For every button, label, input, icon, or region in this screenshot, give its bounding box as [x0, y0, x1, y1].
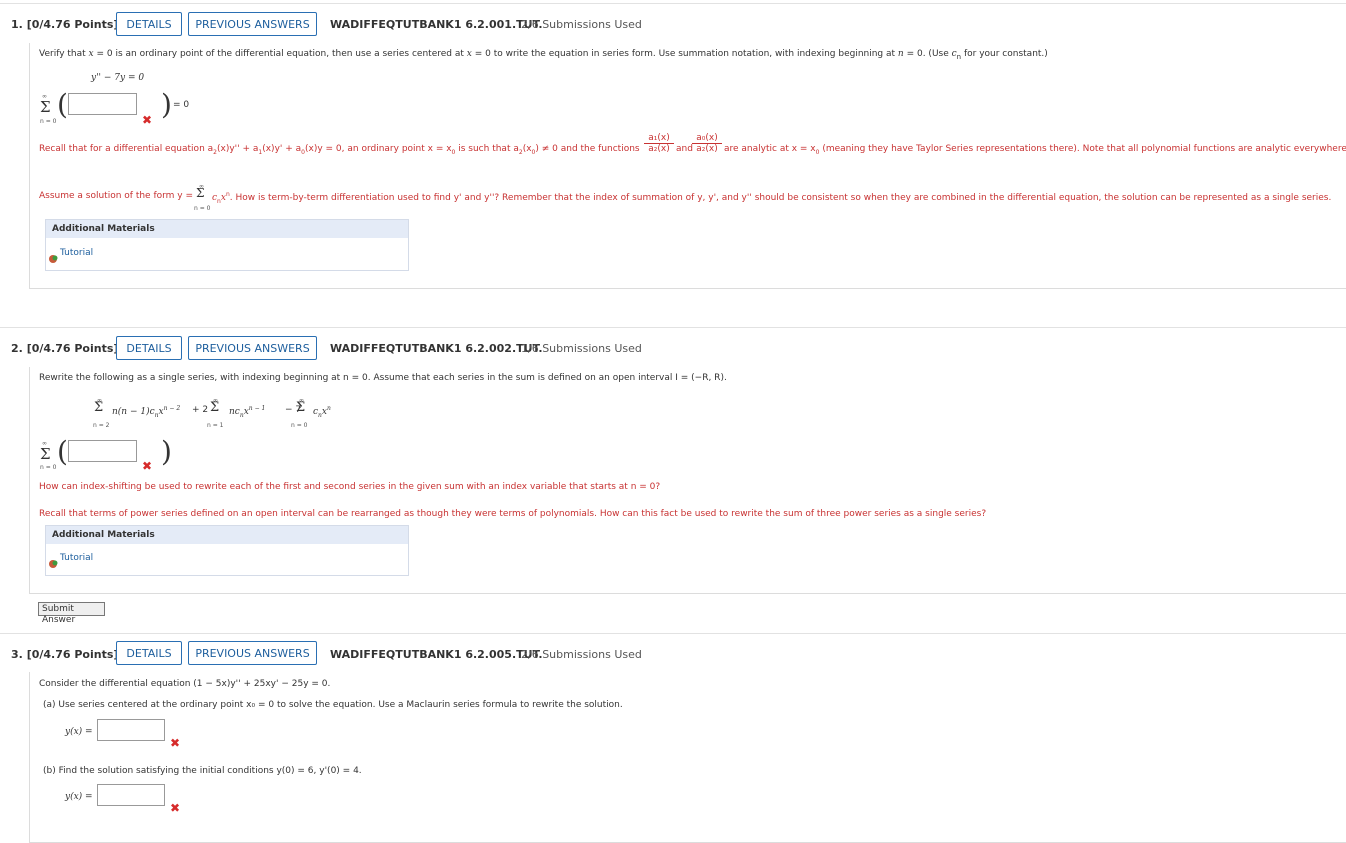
question-code: WADIFFEQTUTBANK1 6.2.005.TUT.	[330, 648, 543, 661]
left-paren: (	[57, 435, 68, 468]
previous-answers-button[interactable]: PREVIOUS ANSWERS	[188, 641, 317, 665]
series-term-3: cnxn	[313, 405, 331, 419]
details-button[interactable]: DETAILS	[116, 336, 182, 360]
submissions-used: 2/6 Submissions Used	[521, 18, 642, 31]
question-1-header: 1. [0/4.76 Points] DETAILS PREVIOUS ANSW…	[0, 3, 1346, 44]
sigma-lower: n = 2	[93, 422, 110, 429]
sigma-lower: n = 0	[40, 464, 57, 471]
incorrect-icon: ✖	[170, 801, 181, 815]
question-3-prompt: Consider the differential equation (1 − …	[39, 679, 331, 689]
incorrect-icon: ✖	[170, 736, 181, 750]
yx-label: y(x) =	[65, 792, 93, 802]
additional-materials-panel: Additional Materials Tutorial	[45, 219, 409, 271]
series-answer-input[interactable]	[68, 440, 137, 462]
hint-term-differentiation: cnxn. How is term-by-term differentiatio…	[212, 191, 1332, 205]
sigma-icon: Σ	[40, 98, 51, 116]
question-1-prompt: Verify that x = 0 is an ordinary point o…	[39, 49, 1048, 61]
question-code: WADIFFEQTUTBANK1 6.2.002.TUT.	[330, 342, 543, 355]
plus-two: + 2	[192, 405, 209, 415]
previous-answers-button[interactable]: PREVIOUS ANSWERS	[188, 336, 317, 360]
hint-rearrange: Recall that terms of power series define…	[39, 509, 987, 519]
sigma-icon: Σ	[210, 400, 220, 415]
differential-equation: y'' − 7y = 0	[91, 73, 145, 83]
additional-materials-header: Additional Materials	[46, 220, 408, 238]
submissions-used: 2/6 Submissions Used	[521, 648, 642, 661]
submit-answer-button[interactable]: Submit Answer	[38, 602, 105, 625]
hint-and: and	[676, 144, 693, 154]
details-button[interactable]: DETAILS	[116, 12, 182, 36]
question-code: WADIFFEQTUTBANK1 6.2.001.TUT.	[330, 18, 543, 31]
tutorial-icon	[48, 249, 58, 263]
question-2-points: 2. [0/4.76 Points]	[11, 342, 119, 355]
sigma-icon: Σ	[40, 445, 51, 463]
part-b-answer-input[interactable]	[97, 784, 165, 806]
question-2-prompt: Rewrite the following as a single series…	[39, 373, 727, 383]
yx-label: y(x) =	[65, 727, 93, 737]
details-button[interactable]: DETAILS	[116, 641, 182, 665]
hint-analytic: are analytic at x = x0 (meaning they hav…	[724, 144, 1346, 156]
question-3-header: 3. [0/4.76 Points] DETAILS PREVIOUS ANSW…	[0, 633, 1346, 674]
hint-index-shifting: How can index-shifting be used to rewrit…	[39, 482, 661, 492]
question-1-points: 1. [0/4.76 Points]	[11, 18, 119, 31]
right-paren: )	[161, 88, 172, 121]
additional-materials-panel: Additional Materials Tutorial	[45, 525, 409, 576]
part-a-answer-input[interactable]	[97, 719, 165, 741]
left-paren: (	[57, 88, 68, 121]
tutorial-link[interactable]: Tutorial	[60, 553, 93, 563]
question-3-body	[29, 672, 1346, 843]
fraction-a0-a2: a₀(x) a₂(x)	[692, 133, 722, 154]
hint-ordinary-point: Recall that for a differential equation …	[39, 144, 640, 156]
additional-materials-header: Additional Materials	[46, 526, 408, 544]
incorrect-icon: ✖	[142, 113, 153, 127]
right-paren: )	[161, 435, 172, 468]
series-answer-input[interactable]	[68, 93, 137, 115]
sigma-lower: n = 1	[207, 422, 224, 429]
series-term-1: n(n − 1)cnxn − 2	[112, 405, 181, 419]
previous-answers-button[interactable]: PREVIOUS ANSWERS	[188, 12, 317, 36]
sigma-icon: Σ	[196, 186, 205, 200]
incorrect-icon: ✖	[142, 459, 153, 473]
question-2-header: 2. [0/4.76 Points] DETAILS PREVIOUS ANSW…	[0, 327, 1346, 368]
sigma-lower: n = 0	[291, 422, 308, 429]
submissions-used: 1/6 Submissions Used	[521, 342, 642, 355]
tutorial-link[interactable]: Tutorial	[60, 248, 93, 258]
series-term-2: ncnxn − 1	[229, 405, 266, 419]
hint-assume-solution: Assume a solution of the form y =	[39, 191, 194, 201]
part-a-prompt: (a) Use series centered at the ordinary …	[43, 700, 623, 710]
part-b-prompt: (b) Find the solution satisfying the ini…	[43, 766, 362, 776]
tutorial-icon	[48, 554, 58, 568]
fraction-a1-a2: a₁(x) a₂(x)	[644, 133, 674, 154]
sigma-lower: n = 0	[194, 205, 211, 212]
equals-zero: = 0	[173, 100, 190, 110]
sigma-lower: n = 0	[40, 118, 57, 125]
sigma-icon: Σ	[94, 400, 104, 415]
question-3-points: 3. [0/4.76 Points]	[11, 648, 119, 661]
sigma-icon: Σ	[296, 400, 306, 415]
